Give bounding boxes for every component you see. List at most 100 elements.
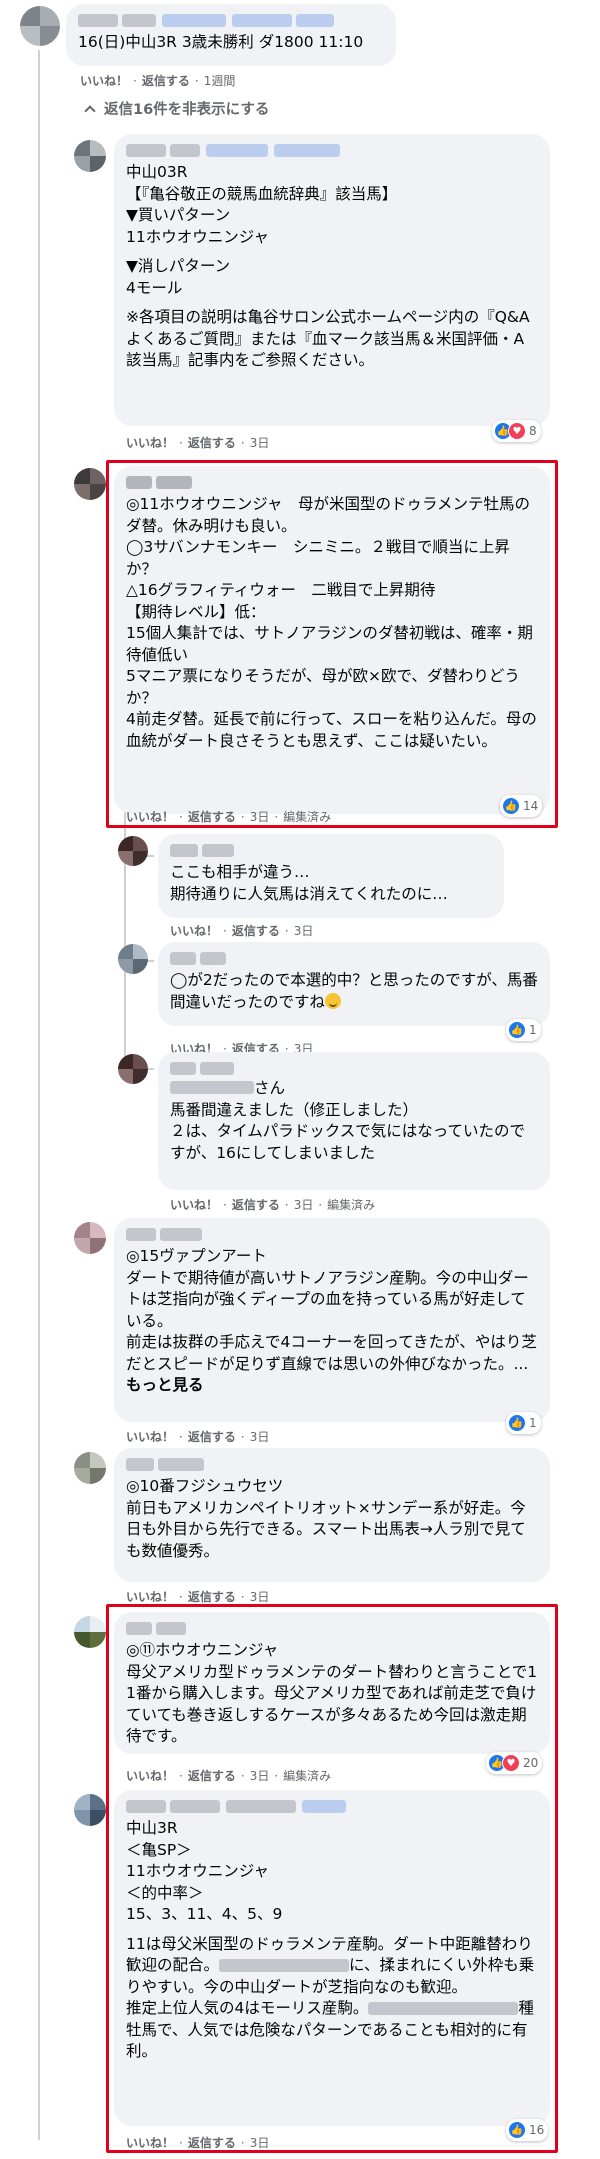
like-button[interactable]: いいね！	[126, 810, 174, 824]
commenter-name[interactable]	[126, 1620, 538, 1636]
comment-bubble: 16(日)中山3R 3歳未勝利 ダ1800 11:10	[66, 4, 396, 66]
avatar[interactable]	[74, 1794, 106, 1826]
like-button[interactable]: いいね！	[170, 1198, 218, 1212]
avatar[interactable]	[74, 1452, 106, 1484]
avatar[interactable]	[74, 1616, 106, 1648]
comment-actions: いいね！ · 返信する · 3日	[126, 2134, 270, 2151]
heart-icon: ♥	[502, 1754, 520, 1772]
mention-line: さん	[170, 1078, 538, 1100]
comment-text: 11は母父米国型のドゥラメンテ産駒。ダート中距離替わり歓迎の配合。 に、揉まれにく…	[126, 1934, 535, 2061]
commenter-name[interactable]	[170, 1060, 538, 1076]
comment-bubble: ◎11ホウオウニンジャ 母が米国型のドゥラメンテ牡馬のダ替。休み明けも良い。 ◯…	[114, 466, 550, 814]
reply-bubble: ここも相手が違う… 期待通りに人気馬は消えてくれたのに…	[158, 834, 504, 918]
reaction-summary[interactable]: 👍 ♥ 8	[492, 420, 541, 442]
comment-actions: いいね！ · 返信する · 3日	[126, 1588, 270, 1605]
comment-actions: いいね！ · 返信する · 3日	[170, 922, 314, 939]
reply-button[interactable]: 返信する	[188, 1769, 236, 1783]
like-button[interactable]: いいね！	[126, 1769, 174, 1783]
comment-time[interactable]: 3日	[294, 1196, 314, 1213]
reply-button[interactable]: 返信する	[188, 436, 236, 450]
comment-text: 馬番間違えました（修正しました） ２は、タイムパラドックスで気にはなっていたので…	[170, 1100, 525, 1162]
like-button[interactable]: いいね！	[80, 74, 128, 88]
comment-text: ◯が2だったので本選的中？と思ったのですが、馬番間違いだったのですね	[170, 971, 538, 1011]
edited-label[interactable]: 編集済み	[283, 1767, 331, 1784]
avatar[interactable]	[20, 6, 60, 46]
reaction-summary[interactable]: 👍 1	[506, 1019, 541, 1041]
reply-button[interactable]: 返信する	[188, 1590, 236, 1604]
commenter-name[interactable]	[126, 474, 538, 490]
grinning-face-emoji-icon	[325, 992, 342, 1009]
thumbs-up-icon: 👍	[508, 1021, 526, 1039]
comment-actions: いいね！ · 返信する · 3日	[126, 434, 270, 451]
like-button[interactable]: いいね！	[126, 436, 174, 450]
like-button[interactable]: いいね！	[126, 1430, 174, 1444]
comment-time[interactable]: 3日	[250, 1588, 270, 1605]
reply-button[interactable]: 返信する	[232, 924, 280, 938]
comment-bubble: 中山03R 【『亀谷敬正の競馬血統辞典』該当馬】 ▼買いパターン 11ホウオウニ…	[114, 134, 550, 426]
comment-text: 中山03R 【『亀谷敬正の競馬血統辞典』該当馬】 ▼買いパターン 11ホウオウニ…	[126, 163, 398, 246]
redacted-text	[219, 1959, 350, 1972]
reaction-summary[interactable]: 👍 14	[500, 795, 543, 817]
comment-time[interactable]: 1週間	[204, 72, 236, 89]
comment-actions: いいね！ · 返信する · 3日 · 編集済み	[126, 808, 332, 825]
thumbs-up-icon: 👍	[508, 1414, 526, 1432]
comment-text: 16(日)中山3R 3歳未勝利 ダ1800 11:10	[78, 33, 364, 51]
reaction-summary[interactable]: 👍 16	[506, 2119, 549, 2141]
commenter-name[interactable]	[126, 142, 538, 158]
reply-button[interactable]: 返信する	[188, 810, 236, 824]
comment-bubble: ◎10番フジシュウセツ 前日もアメリカンペイトリオット×サンデー系が好走。今日も…	[114, 1448, 550, 1582]
mention-name[interactable]	[170, 1081, 254, 1094]
edited-label[interactable]: 編集済み	[327, 1196, 375, 1213]
redacted-text	[368, 2002, 519, 2015]
comment-text: ◎15ヴァプンアート ダートで期待値が高いサトノアラジン産駒。今の中山ダートは芝…	[126, 1247, 537, 1394]
comment-time[interactable]: 3日	[250, 1428, 270, 1445]
reply-button[interactable]: 返信する	[188, 2136, 236, 2150]
like-button[interactable]: いいね！	[170, 924, 218, 938]
like-button[interactable]: いいね！	[126, 1590, 174, 1604]
comment-actions: いいね！ · 返信する · 3日 · 編集済み	[170, 1196, 376, 1213]
comment-text: ◎11ホウオウニンジャ 母が米国型のドゥラメンテ牡馬のダ替。休み明けも良い。 ◯…	[126, 495, 537, 750]
reply-button[interactable]: 返信する	[232, 1198, 280, 1212]
commenter-name[interactable]	[170, 842, 492, 858]
comment-text: 中山3R ＜亀SP＞ 11ホウオウニンジャ ＜的中率＞ 15、3、11、4、5、…	[126, 1819, 283, 1923]
comment-time[interactable]: 3日	[250, 808, 270, 825]
reply-bubble: ◯が2だったので本選的中？と思ったのですが、馬番間違いだったのですね	[158, 942, 550, 1026]
avatar[interactable]	[74, 468, 106, 500]
comment-time[interactable]: 3日	[294, 922, 314, 939]
comment-actions: いいね！ · 返信する · 1週間	[80, 72, 236, 89]
commenter-name[interactable]	[126, 1798, 538, 1814]
comment-actions: いいね！ · 返信する · 3日	[126, 1428, 270, 1445]
reply-button[interactable]: 返信する	[188, 1430, 236, 1444]
see-more-link[interactable]: もっと見る	[126, 1376, 204, 1394]
commenter-name[interactable]	[126, 1456, 538, 1472]
comment-time[interactable]: 3日	[250, 2134, 270, 2151]
commenter-name[interactable]	[78, 12, 384, 28]
comment-bubble: 中山3R ＜亀SP＞ 11ホウオウニンジャ ＜的中率＞ 15、3、11、4、5、…	[114, 1790, 550, 2126]
heart-icon: ♥	[508, 422, 526, 440]
edited-label[interactable]: 編集済み	[283, 808, 331, 825]
thumbs-up-icon: 👍	[502, 797, 520, 815]
avatar[interactable]	[118, 836, 148, 866]
comment-actions: いいね！ · 返信する · 3日 · 編集済み	[126, 1767, 332, 1784]
commenter-name[interactable]	[126, 1226, 538, 1242]
thread-line	[38, 50, 40, 2140]
chevron-up-icon	[84, 104, 96, 117]
hide-replies-button[interactable]: 返信16件を非表示にする	[82, 98, 269, 119]
comment-text: ※各項目の説明は亀谷サロン公式ホームページ内の『Q&A よくあるご質問』または『…	[126, 308, 546, 369]
thumbs-up-icon: 👍	[508, 2121, 526, 2139]
reaction-summary[interactable]: 👍 1	[506, 1412, 541, 1434]
like-button[interactable]: いいね！	[126, 2136, 174, 2150]
comment-bubble: ◎⑪ホウオウニンジャ 母父アメリカ型ドゥラメンテのダート替わりと言うことで11番…	[114, 1612, 550, 1754]
comment-time[interactable]: 3日	[250, 434, 270, 451]
avatar[interactable]	[74, 1222, 106, 1254]
commenter-name[interactable]	[170, 950, 538, 966]
avatar[interactable]	[74, 140, 106, 172]
comment-time[interactable]: 3日	[250, 1767, 270, 1784]
reply-button[interactable]: 返信する	[142, 74, 190, 88]
reaction-summary[interactable]: 👍 ♥ 20	[486, 1752, 543, 1774]
comment-text: ◎⑪ホウオウニンジャ 母父アメリカ型ドゥラメンテのダート替わりと言うことで11番…	[126, 1641, 538, 1745]
avatar[interactable]	[118, 944, 148, 974]
avatar[interactable]	[118, 1054, 148, 1084]
reply-bubble: さん 馬番間違えました（修正しました） ２は、タイムパラドックスで気にはなってい…	[158, 1052, 550, 1190]
comment-bubble: ◎15ヴァプンアート ダートで期待値が高いサトノアラジン産駒。今の中山ダートは芝…	[114, 1218, 550, 1422]
